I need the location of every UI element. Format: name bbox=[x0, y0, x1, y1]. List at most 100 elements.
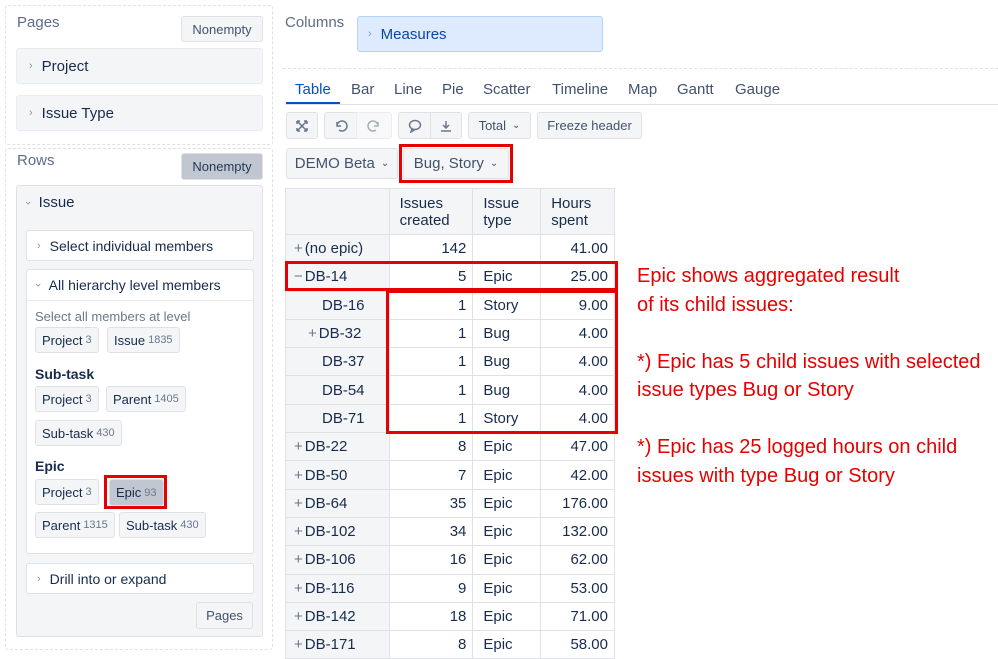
redo-button[interactable] bbox=[356, 112, 392, 139]
select-individual-members[interactable]: › Select individual members bbox=[26, 230, 254, 261]
row-header[interactable]: DB-71 bbox=[285, 403, 390, 434]
row-header[interactable]: DB-54 bbox=[285, 375, 390, 405]
row-header[interactable]: + DB-22 bbox=[285, 432, 390, 462]
freeze-header-button[interactable]: Freeze header bbox=[537, 112, 642, 139]
tab-map[interactable]: Map bbox=[628, 81, 657, 98]
expand-icon[interactable]: + bbox=[294, 636, 303, 653]
row-header[interactable]: + DB-171 bbox=[285, 630, 390, 659]
total-dropdown[interactable]: Total ⌄ bbox=[468, 112, 531, 139]
cell-issues-created: 16 bbox=[388, 545, 474, 575]
subtask-chip-project[interactable]: Project 3 bbox=[35, 386, 99, 412]
issue-dimension-header[interactable]: › Issue bbox=[22, 194, 75, 211]
chip-label: Issue bbox=[114, 332, 146, 348]
row-label: (no epic) bbox=[304, 240, 364, 258]
subtask-chip-subtask[interactable]: Sub-task 430 bbox=[35, 420, 122, 446]
tab-timeline[interactable]: Timeline bbox=[552, 81, 608, 98]
expand-icon[interactable]: + bbox=[294, 438, 303, 455]
level-chip-issue[interactable]: Issue 1835 bbox=[107, 327, 180, 353]
row-label: DB-64 bbox=[304, 494, 348, 512]
table-row: + DB-116 9 Epic 53.00 bbox=[285, 573, 615, 603]
pages-item-project[interactable]: › Project bbox=[16, 48, 263, 84]
expand-icon[interactable]: + bbox=[294, 580, 303, 597]
export-button[interactable] bbox=[430, 112, 462, 139]
chip-count: 430 bbox=[180, 519, 199, 531]
chevron-right-icon: › bbox=[37, 572, 41, 585]
tab-scatter[interactable]: Scatter bbox=[483, 81, 531, 98]
chevron-right-icon: › bbox=[368, 28, 372, 40]
row-header[interactable]: + DB-106 bbox=[285, 545, 390, 575]
expand-icon[interactable]: + bbox=[308, 325, 317, 342]
annotation-line: issue types Bug or Story bbox=[637, 379, 854, 401]
tab-gauge[interactable]: Gauge bbox=[735, 81, 780, 98]
row-header[interactable]: + DB-142 bbox=[285, 601, 390, 632]
row-header[interactable]: + DB-116 bbox=[285, 573, 390, 603]
undo-button[interactable] bbox=[324, 112, 356, 139]
row-header[interactable]: + DB-32 bbox=[285, 318, 390, 349]
column-header-hours-spent[interactable]: Hours spent bbox=[540, 188, 615, 235]
row-header[interactable]: + DB-50 bbox=[285, 460, 390, 490]
all-hierarchy-header[interactable]: › All hierarchy level members bbox=[32, 277, 221, 293]
header-line: spent bbox=[551, 212, 588, 229]
table-row: + DB-64 35 Epic 176.00 bbox=[285, 488, 615, 518]
undo-icon bbox=[335, 119, 348, 132]
epic-chip-parent[interactable]: Parent 1315 bbox=[35, 512, 115, 538]
row-header[interactable]: + DB-64 bbox=[285, 488, 390, 518]
pages-item-issue-type[interactable]: › Issue Type bbox=[16, 95, 263, 131]
cell-issues-created: 8 bbox=[388, 630, 474, 659]
drill-label: Drill into or expand bbox=[49, 570, 167, 587]
cell-hours-spent: 58.00 bbox=[540, 630, 615, 659]
cell-issue-type: Epic bbox=[472, 460, 542, 490]
row-header[interactable]: + (no epic) bbox=[285, 233, 390, 264]
expand-icon[interactable]: + bbox=[294, 467, 303, 484]
cell-issues-created: 8 bbox=[388, 432, 474, 462]
tab-bar[interactable]: Bar bbox=[351, 81, 374, 98]
cell-issue-type: Epic bbox=[472, 630, 542, 659]
table-row: + (no epic) 142 41.00 bbox=[285, 233, 615, 264]
pages-nonempty-button[interactable]: Nonempty bbox=[181, 16, 263, 42]
subtask-chip-parent[interactable]: Parent 1405 bbox=[106, 386, 186, 412]
row-label: DB-32 bbox=[318, 325, 362, 343]
issue-dimension-label: Issue bbox=[38, 194, 75, 211]
expand-icon[interactable]: + bbox=[294, 608, 303, 625]
cell-issue-type: Epic bbox=[472, 516, 542, 547]
redo-icon bbox=[367, 119, 379, 132]
level-chip-project[interactable]: Project 3 bbox=[35, 327, 99, 353]
chevron-right-icon: › bbox=[29, 60, 33, 72]
comment-button[interactable] bbox=[398, 112, 430, 139]
expand-icon[interactable]: + bbox=[294, 551, 303, 568]
chip-label: Parent bbox=[42, 517, 81, 533]
column-header-issue-type[interactable]: Issue type bbox=[472, 188, 542, 235]
expand-icon[interactable]: + bbox=[294, 240, 303, 257]
project-filter[interactable]: DEMO Beta ⌄ bbox=[286, 148, 398, 179]
cell-issues-created: 9 bbox=[388, 573, 474, 603]
row-header[interactable]: DB-16 bbox=[285, 290, 390, 320]
table-row: + DB-50 7 Epic 42.00 bbox=[285, 460, 615, 490]
pages-item-label: Issue Type bbox=[41, 104, 114, 122]
expand-icon[interactable]: + bbox=[294, 495, 303, 512]
pages-button[interactable]: Pages bbox=[196, 602, 253, 629]
header-line: Hours bbox=[551, 195, 592, 212]
chevron-right-icon: › bbox=[37, 239, 41, 252]
row-label: DB-16 bbox=[322, 296, 365, 314]
expand-icon[interactable]: + bbox=[294, 523, 303, 540]
row-header[interactable]: DB-37 bbox=[285, 347, 390, 377]
cell-issue-type: Epic bbox=[472, 488, 542, 518]
row-header[interactable]: + DB-102 bbox=[285, 516, 390, 547]
columns-divider bbox=[283, 68, 998, 69]
header-line: Issue bbox=[483, 195, 520, 212]
all-hierarchy-label: All hierarchy level members bbox=[48, 277, 221, 293]
chevron-right-icon: › bbox=[29, 107, 33, 119]
drill-into-expand[interactable]: › Drill into or expand bbox=[26, 563, 254, 594]
cell-issues-created: 142 bbox=[388, 233, 474, 264]
chevron-down-icon: › bbox=[21, 200, 34, 205]
column-header-issues-created[interactable]: Issues created bbox=[388, 188, 474, 235]
epic-chip-subtask[interactable]: Sub-task 430 bbox=[119, 512, 206, 538]
tab-line[interactable]: Line bbox=[394, 81, 422, 98]
fullscreen-button[interactable] bbox=[286, 112, 318, 139]
epic-chip-project[interactable]: Project 3 bbox=[35, 479, 99, 505]
rows-nonempty-button[interactable]: Nonempty bbox=[181, 153, 263, 180]
tab-table[interactable]: Table bbox=[295, 81, 331, 98]
tab-gantt[interactable]: Gantt bbox=[677, 81, 714, 98]
measures-dimension[interactable]: › Measures bbox=[357, 16, 603, 52]
tab-pie[interactable]: Pie bbox=[442, 81, 464, 98]
